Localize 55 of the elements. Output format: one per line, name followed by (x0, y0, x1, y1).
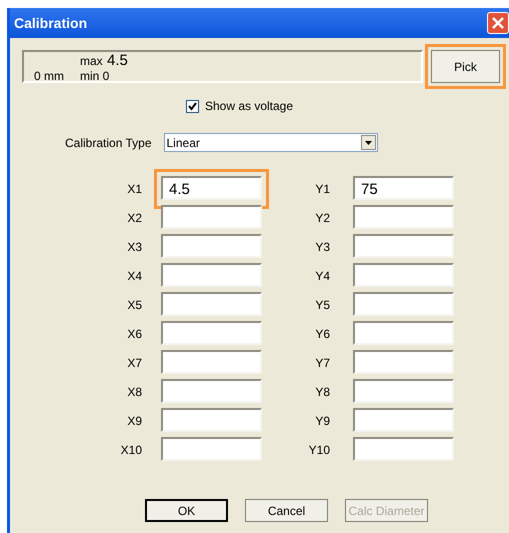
input-field[interactable] (353, 292, 454, 316)
pick-button[interactable]: Pick (431, 50, 500, 83)
x-label: X8 (126, 384, 142, 401)
y-label: Y7 (314, 355, 330, 372)
input-field[interactable] (353, 205, 454, 229)
input-field[interactable] (161, 321, 262, 345)
max-label: max (80, 53, 103, 70)
input-field[interactable] (161, 350, 262, 374)
input-field[interactable] (161, 234, 262, 258)
input-field[interactable] (353, 408, 454, 432)
input-field[interactable]: 75 (353, 176, 454, 200)
y-label: Y5 (314, 297, 330, 314)
x-label: X6 (126, 326, 142, 343)
input-field[interactable] (353, 350, 454, 374)
input-field[interactable] (161, 263, 262, 287)
input-field[interactable]: 4.5 (161, 176, 262, 200)
input-field[interactable] (161, 292, 262, 316)
x-label: X4 (126, 268, 142, 285)
x-label: X5 (126, 297, 142, 314)
input-field[interactable] (353, 263, 454, 287)
max-value: 4.5 (107, 51, 128, 71)
x-label: X7 (126, 355, 142, 372)
close-icon (492, 17, 504, 29)
x-label: X3 (126, 239, 142, 256)
y-label: Y3 (314, 239, 330, 256)
input-field[interactable] (161, 408, 262, 432)
input-field[interactable] (161, 437, 262, 461)
x-label: X10 (120, 442, 142, 459)
y-label: Y4 (314, 268, 330, 285)
y-label: Y6 (314, 326, 330, 343)
y-label: Y2 (314, 210, 330, 227)
input-field[interactable] (161, 379, 262, 403)
y-label: Y10 (308, 442, 330, 459)
calibration-type-label: Calibration Type (65, 134, 152, 152)
input-field[interactable] (353, 379, 454, 403)
checkbox[interactable] (186, 100, 199, 112)
input-field[interactable] (161, 205, 262, 229)
dialog-button[interactable]: OK (145, 499, 228, 522)
check-icon (188, 102, 197, 110)
x-label: X2 (126, 210, 142, 227)
close-button[interactable] (487, 12, 509, 34)
min-text: min 0 (80, 68, 110, 85)
dialog-button[interactable]: Cancel (245, 499, 328, 522)
y-label: Y1 (314, 181, 330, 198)
x-label: X9 (126, 413, 142, 430)
input-field[interactable] (353, 321, 454, 345)
show-voltage-checkbox[interactable]: Show as voltage (186, 97, 294, 115)
window-title: Calibration (14, 14, 88, 32)
position-text: 0 mm (34, 68, 64, 85)
y-label: Y9 (314, 413, 330, 430)
calibration-type-dropdown[interactable]: Linear (164, 133, 378, 152)
x-label: X1 (126, 181, 142, 198)
input-field[interactable] (353, 437, 454, 461)
y-label: Y8 (314, 384, 330, 401)
input-field[interactable] (353, 234, 454, 258)
